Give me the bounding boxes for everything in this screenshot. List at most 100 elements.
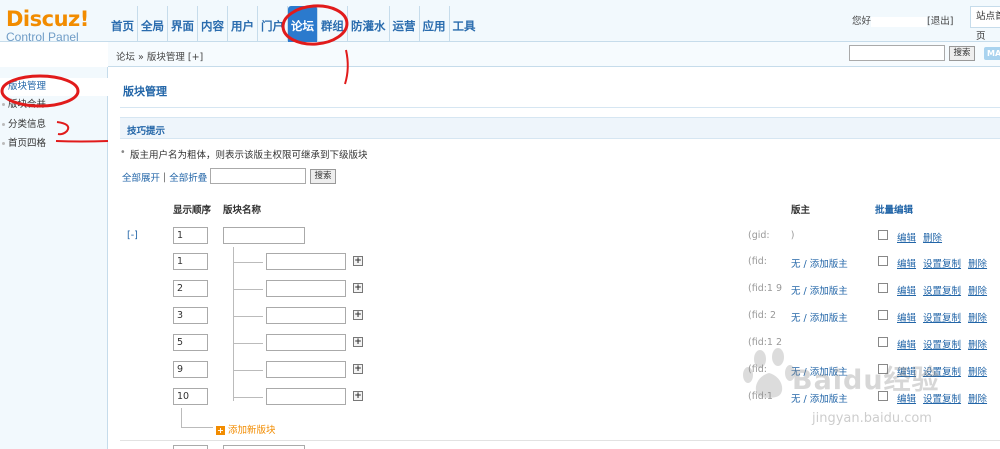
batch-checkbox[interactable] <box>878 337 888 347</box>
delete-link[interactable]: 删除 <box>968 367 987 378</box>
order-input[interactable]: 3 <box>173 307 208 324</box>
forum-name-input[interactable] <box>266 388 346 405</box>
nav-groups[interactable]: 群组 <box>318 6 348 42</box>
column-order: 显示顺序 <box>173 205 212 216</box>
moderator-link[interactable]: 无 / 添加版主 <box>791 310 848 324</box>
moderator-link[interactable]: 无 / 添加版主 <box>791 283 848 297</box>
forum-name-input[interactable] <box>266 361 346 378</box>
table-row: 3 + (fid: 2 无 / 添加版主 编辑 设置复制 删除 <box>108 304 1000 330</box>
delete-link[interactable]: 删除 <box>968 340 987 351</box>
add-subforum-icon[interactable]: + <box>353 337 363 347</box>
delete-link[interactable]: 删除 <box>968 286 987 297</box>
delete-link[interactable]: 删除 <box>968 394 987 405</box>
moderator-link[interactable]: 无 / 添加版主 <box>791 364 848 378</box>
expand-all-link[interactable]: 全部展开 <box>122 170 160 184</box>
tree-toolbar: 全部展开 | 全部折叠 <box>122 169 207 185</box>
order-input[interactable]: 10 <box>173 388 208 405</box>
edit-link[interactable]: 编辑 <box>897 259 916 270</box>
delete-link[interactable]: 删除 <box>968 259 987 270</box>
edit-link[interactable]: 编辑 <box>897 394 916 405</box>
batch-checkbox[interactable] <box>878 364 888 374</box>
nav-antispam[interactable]: 防灌水 <box>348 6 390 42</box>
add-subforum-icon[interactable]: + <box>353 256 363 266</box>
forum-search-button[interactable]: 搜索 <box>310 169 336 184</box>
add-icon: + <box>216 426 225 435</box>
nav-tools[interactable]: 工具 <box>450 6 479 42</box>
forum-name-input[interactable] <box>266 253 346 270</box>
site-home-button[interactable]: 站点首页 <box>970 6 1000 42</box>
forum-search-input[interactable] <box>210 168 306 184</box>
group-name-input[interactable] <box>223 445 305 449</box>
column-batch-edit[interactable]: 批量编辑 <box>875 202 913 216</box>
order-input[interactable]: 1 <box>173 227 208 244</box>
forum-name-input[interactable] <box>266 280 346 297</box>
delete-link[interactable]: 删除 <box>923 233 942 244</box>
nav-portal[interactable]: 门户 <box>258 6 288 42</box>
nav-forum[interactable]: 论坛 <box>288 6 318 42</box>
batch-checkbox[interactable] <box>878 256 888 266</box>
nav-content[interactable]: 内容 <box>198 6 228 42</box>
add-subforum-icon[interactable]: + <box>353 283 363 293</box>
nav-operations[interactable]: 运营 <box>390 6 420 42</box>
moderator-link[interactable]: 无 / 添加版主 <box>791 256 848 270</box>
logout-link[interactable]: [退出] <box>927 16 953 27</box>
batch-checkbox[interactable] <box>878 283 888 293</box>
add-new-forum-link[interactable]: + 添加新版块 <box>216 422 276 436</box>
sidebar: 版块管理 版块合并 分类信息 首页四格 <box>0 67 108 449</box>
column-moderator: 版主 <box>791 205 811 216</box>
nav-users[interactable]: 用户 <box>228 6 258 42</box>
forum-name-input[interactable] <box>266 307 346 324</box>
delete-link[interactable]: 删除 <box>968 313 987 324</box>
add-subforum-icon[interactable]: + <box>353 364 363 374</box>
copy-settings-link[interactable]: 设置复制 <box>923 340 961 351</box>
map-button[interactable]: MAP <box>984 47 1000 60</box>
edit-link[interactable]: 编辑 <box>897 313 916 324</box>
main-content: 版块管理 技巧提示 版主用户名为粗体，则表示该版主权限可继承到下级版块 全部展开… <box>108 67 1000 449</box>
edit-link[interactable]: 编辑 <box>897 367 916 378</box>
sidebar-item-forum-manage[interactable]: 版块管理 <box>0 78 108 96</box>
forum-name-input[interactable] <box>266 334 346 351</box>
order-input[interactable]: 2 <box>173 280 208 297</box>
collapse-toggle[interactable]: [-] <box>127 230 138 241</box>
edit-link[interactable]: 编辑 <box>897 340 916 351</box>
order-input[interactable]: 9 <box>173 361 208 378</box>
row-actions: 编辑 设置复制 删除 <box>897 256 994 270</box>
order-input[interactable]: 5 <box>173 334 208 351</box>
copy-settings-link[interactable]: 设置复制 <box>923 313 961 324</box>
sidebar-item-home-grid[interactable]: 首页四格 <box>0 135 108 153</box>
add-subforum-icon[interactable]: + <box>353 310 363 320</box>
nav-interface[interactable]: 界面 <box>168 6 198 42</box>
group-name-input[interactable] <box>223 227 305 244</box>
nav-apps[interactable]: 应用 <box>420 6 450 42</box>
discuz-logo[interactable]: Discuz! Control Panel <box>6 8 106 44</box>
copy-settings-link[interactable]: 设置复制 <box>923 367 961 378</box>
table-row: 2 + (fid:1 9 无 / 添加版主 编辑 设置复制 删除 <box>108 277 1000 303</box>
batch-checkbox[interactable] <box>878 230 888 240</box>
nav-global[interactable]: 全局 <box>138 6 168 42</box>
column-name: 版块名称 <box>223 205 262 216</box>
add-subforum-icon[interactable]: + <box>353 391 363 401</box>
sidebar-item-thread-types[interactable]: 分类信息 <box>0 116 108 134</box>
group-id-open: (gid: <box>748 230 770 241</box>
nav-home[interactable]: 首页 <box>108 6 138 42</box>
batch-checkbox[interactable] <box>878 391 888 401</box>
divider <box>120 107 1000 108</box>
edit-link[interactable]: 编辑 <box>897 233 916 244</box>
header-search-input[interactable] <box>849 45 945 61</box>
sidebar-item-forum-merge[interactable]: 版块合并 <box>0 96 108 114</box>
copy-settings-link[interactable]: 设置复制 <box>923 394 961 405</box>
header-search-button[interactable]: 搜索 <box>949 46 975 61</box>
separator: | <box>163 171 167 183</box>
order-input[interactable] <box>173 445 208 449</box>
group-id-close: ) <box>790 230 795 241</box>
edit-link[interactable]: 编辑 <box>897 286 916 297</box>
breadcrumb[interactable]: 论坛 » 版块管理 [+] <box>116 49 203 63</box>
collapse-all-link[interactable]: 全部折叠 <box>169 170 207 184</box>
row-actions: 编辑 删除 <box>897 230 949 244</box>
order-input[interactable]: 1 <box>173 253 208 270</box>
top-nav: 首页 全局 界面 内容 用户 门户 论坛 群组 防灌水 运营 应用 工具 <box>108 6 479 42</box>
moderator-link[interactable]: 无 / 添加版主 <box>791 391 848 405</box>
batch-checkbox[interactable] <box>878 310 888 320</box>
copy-settings-link[interactable]: 设置复制 <box>923 259 961 270</box>
copy-settings-link[interactable]: 设置复制 <box>923 286 961 297</box>
